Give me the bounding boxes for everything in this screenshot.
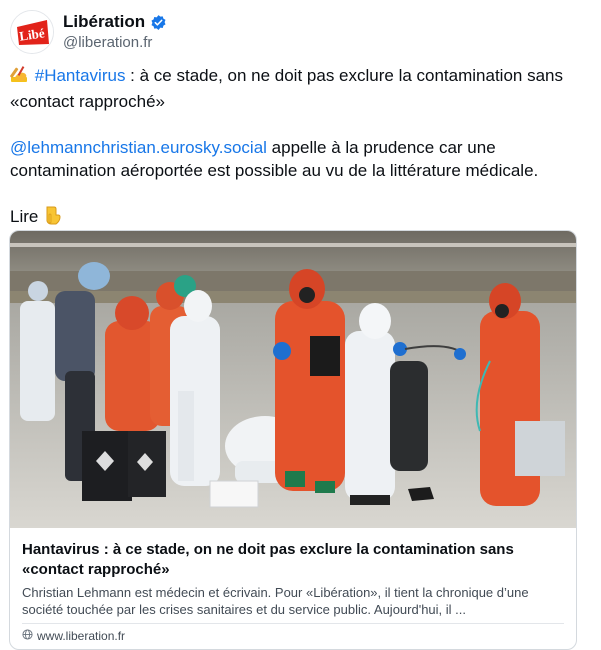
mention-link[interactable]: @lehmannchristian.eurosky.social: [10, 138, 267, 157]
author-handle[interactable]: @liberation.fr: [63, 34, 152, 51]
writing-hand-icon: [10, 64, 30, 90]
verified-badge-icon: [150, 14, 167, 31]
read-label: Lire: [10, 207, 39, 226]
author-name[interactable]: Libération: [63, 12, 145, 32]
card-link[interactable]: www.liberation.fr: [22, 629, 125, 643]
post-paragraph-3: Lire: [10, 205, 580, 231]
card-title[interactable]: Hantavirus : à ce stade, on ne doit pas …: [22, 540, 562, 580]
card-image[interactable]: [10, 231, 576, 528]
globe-icon: [22, 629, 33, 643]
post-text: #Hantavirus : à ce stade, on ne doit pas…: [10, 64, 580, 231]
card-description: Christian Lehmann est médecin et écrivai…: [22, 585, 529, 617]
author-avatar[interactable]: Libé: [10, 10, 54, 54]
card-link-text[interactable]: www.liberation.fr: [37, 629, 125, 643]
card-divider: [22, 623, 564, 624]
pointing-down-icon: [43, 205, 61, 231]
link-preview-card[interactable]: Hantavirus : à ce stade, on ne doit pas …: [9, 230, 577, 650]
post-paragraph-1: #Hantavirus : à ce stade, on ne doit pas…: [10, 64, 580, 113]
post-header: Libé Libération @liberation.fr: [10, 10, 570, 56]
hashtag-link[interactable]: #Hantavirus: [35, 66, 126, 85]
post-paragraph-2: @lehmannchristian.eurosky.social appelle…: [10, 136, 580, 182]
author-name-row: Libération: [63, 12, 167, 32]
